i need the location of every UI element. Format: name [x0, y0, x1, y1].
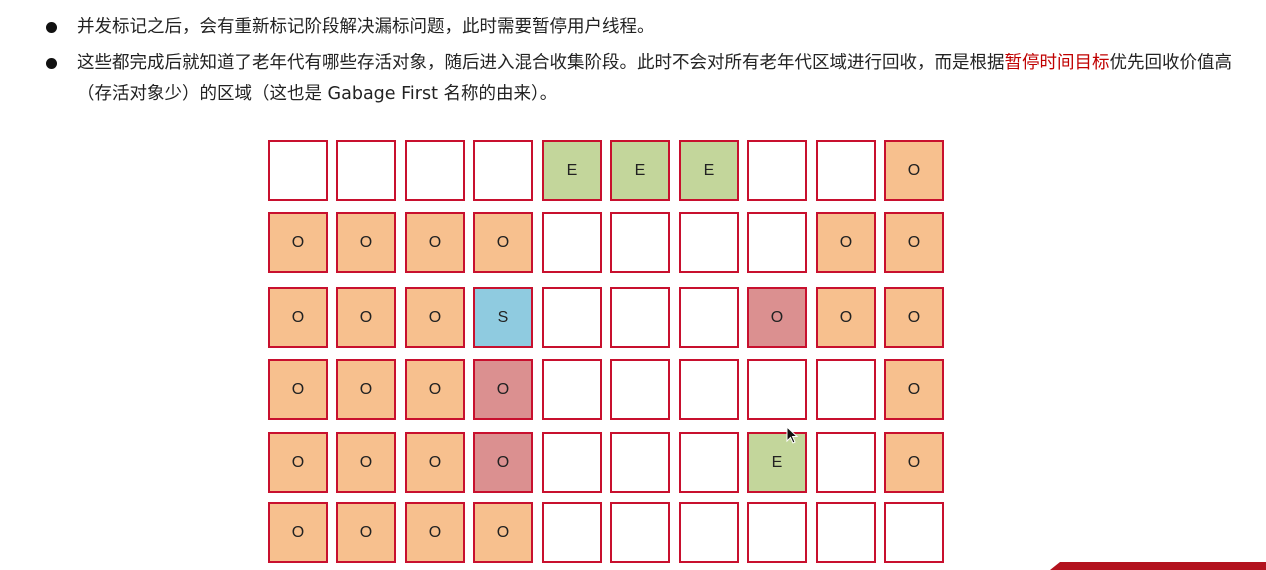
region-empty	[336, 140, 396, 201]
slide-corner-decoration	[1050, 562, 1266, 570]
bullet-dot-icon	[46, 22, 57, 33]
region-empty	[610, 287, 670, 348]
region-old: O	[268, 359, 328, 420]
region-empty	[542, 432, 602, 493]
region-old: O	[473, 212, 533, 273]
region-empty	[473, 140, 533, 201]
region-old: O	[336, 359, 396, 420]
region-old: O	[268, 287, 328, 348]
bullet-item-remark: 并发标记之后，会有重新标记阶段解决漏标问题，此时需要暂停用户线程。	[44, 12, 1266, 43]
region-empty	[542, 502, 602, 563]
region-empty	[610, 432, 670, 493]
region-old: O	[884, 359, 944, 420]
region-eden: E	[610, 140, 670, 201]
region-old: O	[405, 502, 465, 563]
region-empty	[679, 359, 739, 420]
region-empty	[542, 287, 602, 348]
bullet-text-before: 这些都完成后就知道了老年代有哪些存活对象，随后进入混合收集阶段。此时不会对所有老…	[77, 53, 1005, 73]
region-old: O	[884, 212, 944, 273]
region-empty	[747, 502, 807, 563]
region-eden: E	[542, 140, 602, 201]
region-empty	[747, 140, 807, 201]
region-empty	[679, 287, 739, 348]
region-old: O	[336, 502, 396, 563]
region-empty	[268, 140, 328, 201]
region-empty	[542, 359, 602, 420]
region-eden: E	[679, 140, 739, 201]
region-old: O	[816, 212, 876, 273]
region-old: O	[268, 432, 328, 493]
region-empty	[679, 212, 739, 273]
region-empty	[816, 502, 876, 563]
region-empty	[816, 359, 876, 420]
region-empty	[884, 502, 944, 563]
region-empty	[405, 140, 465, 201]
region-empty	[747, 359, 807, 420]
region-empty	[610, 212, 670, 273]
region-old: O	[884, 432, 944, 493]
region-empty	[816, 140, 876, 201]
region-survivor: S	[473, 287, 533, 348]
region-old: O	[405, 432, 465, 493]
mouse-pointer-icon	[786, 426, 799, 444]
region-old: O	[473, 502, 533, 563]
region-old: O	[884, 140, 944, 201]
pause-time-target-highlight: 暂停时间目标	[1004, 53, 1110, 73]
bullet-text: 并发标记之后，会有重新标记阶段解决漏标问题，此时需要暂停用户线程。	[77, 17, 655, 37]
bullet-item-mixed-collection: 这些都完成后就知道了老年代有哪些存活对象，随后进入混合收集阶段。此时不会对所有老…	[44, 48, 1266, 110]
region-old: O	[268, 212, 328, 273]
region-old: O	[816, 287, 876, 348]
region-old-selected: O	[473, 432, 533, 493]
region-old: O	[336, 287, 396, 348]
region-old: O	[405, 287, 465, 348]
region-empty	[542, 212, 602, 273]
bullet-dot-icon	[46, 58, 57, 69]
region-old: O	[405, 359, 465, 420]
region-empty	[679, 432, 739, 493]
region-empty	[610, 502, 670, 563]
region-empty	[679, 502, 739, 563]
region-old: O	[405, 212, 465, 273]
region-old: O	[336, 212, 396, 273]
region-old-selected: O	[473, 359, 533, 420]
bullet-list: 并发标记之后，会有重新标记阶段解决漏标问题，此时需要暂停用户线程。 这些都完成后…	[44, 12, 1266, 115]
region-old: O	[268, 502, 328, 563]
region-empty	[816, 432, 876, 493]
region-empty	[610, 359, 670, 420]
region-old-selected: O	[747, 287, 807, 348]
region-empty	[747, 212, 807, 273]
region-old: O	[336, 432, 396, 493]
region-old: O	[884, 287, 944, 348]
